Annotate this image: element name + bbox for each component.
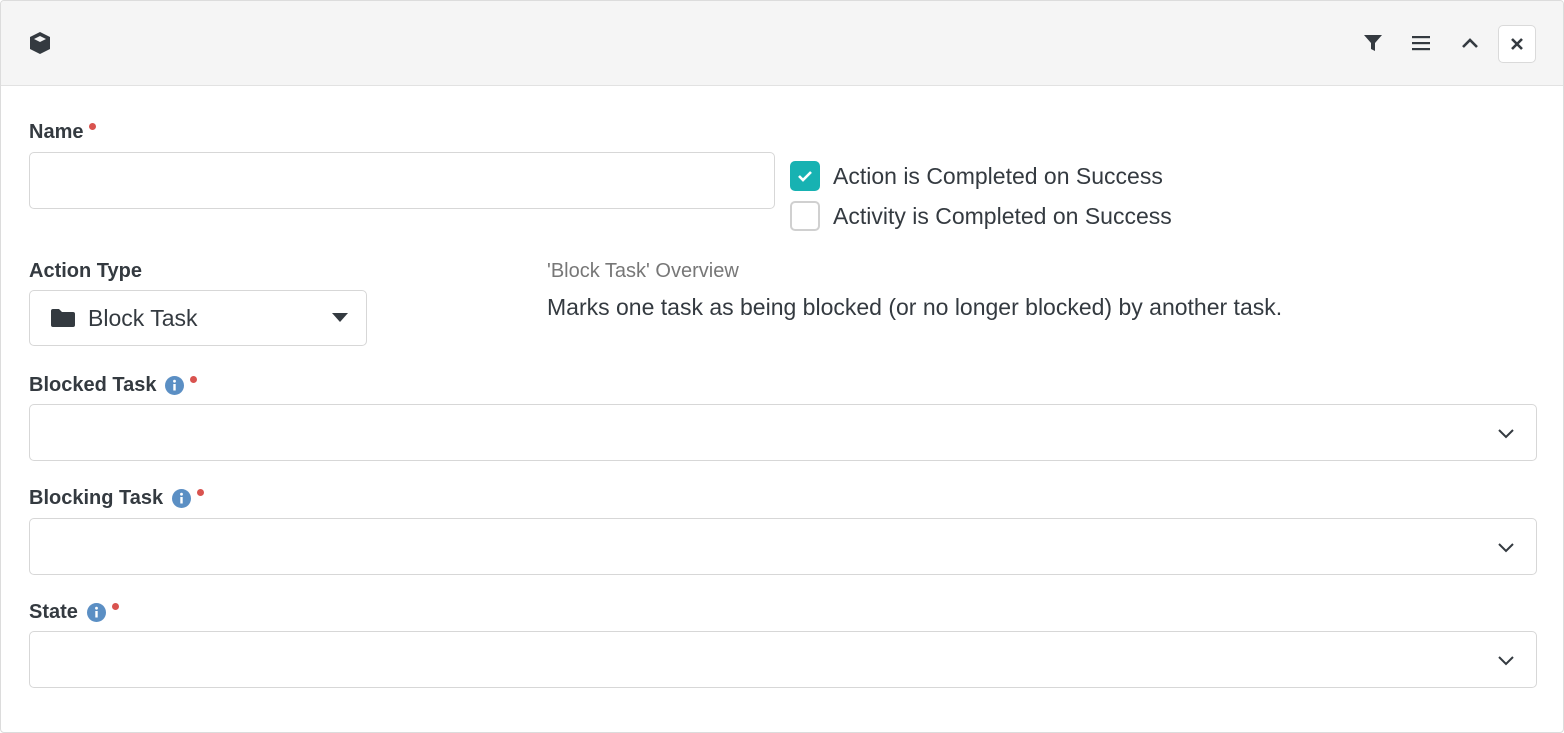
action-type-label: Action Type	[29, 260, 142, 283]
close-button[interactable]	[1498, 25, 1536, 63]
name-input[interactable]	[29, 152, 775, 209]
action-completed-checkbox[interactable]	[790, 161, 820, 191]
panel-header	[1, 1, 1563, 86]
state-select[interactable]	[29, 631, 1537, 688]
required-indicator	[89, 123, 97, 130]
activity-completed-option[interactable]: Activity is Completed on Success	[790, 201, 1172, 231]
required-indicator	[111, 603, 119, 610]
blocking-task-label-text: Blocking Task	[29, 487, 164, 509]
blocked-task-select[interactable]	[29, 404, 1537, 461]
chevron-down-icon	[1498, 539, 1514, 555]
overview-title: 'Block Task' Overview	[547, 260, 739, 282]
info-icon[interactable]	[165, 376, 185, 395]
action-type-select[interactable]: Block Task	[29, 290, 367, 346]
cube-icon	[28, 31, 52, 55]
state-label: State	[29, 601, 119, 624]
state-label-text: State	[29, 601, 78, 623]
action-completed-label: Action is Completed on Success	[833, 162, 1163, 189]
name-label-text: Name	[29, 121, 84, 143]
chevron-down-icon	[1498, 652, 1514, 668]
required-indicator	[190, 376, 198, 383]
blocking-task-select[interactable]	[29, 518, 1537, 575]
info-icon[interactable]	[86, 603, 106, 622]
action-type-label-text: Action Type	[29, 260, 142, 282]
action-type-value: Block Task	[88, 304, 198, 331]
name-label: Name	[29, 121, 97, 144]
info-icon[interactable]	[172, 489, 192, 508]
blocking-task-label: Blocking Task	[29, 487, 205, 510]
filter-icon[interactable]	[1361, 31, 1385, 55]
blocked-task-label: Blocked Task	[29, 374, 198, 397]
chevron-up-icon[interactable]	[1458, 31, 1482, 55]
overview-description: Marks one task as being blocked (or no l…	[547, 294, 1283, 320]
action-completed-option[interactable]: Action is Completed on Success	[790, 161, 1163, 191]
folder-icon	[50, 308, 76, 328]
chevron-down-icon	[1498, 425, 1514, 441]
caret-down-icon	[332, 313, 348, 323]
required-indicator	[197, 489, 205, 496]
activity-completed-label: Activity is Completed on Success	[833, 202, 1172, 229]
blocked-task-label-text: Blocked Task	[29, 374, 157, 396]
activity-completed-checkbox[interactable]	[790, 201, 820, 231]
menu-icon[interactable]	[1409, 31, 1433, 55]
action-panel: Name Action is Completed on Success Acti…	[0, 0, 1564, 733]
close-icon	[1510, 37, 1524, 51]
